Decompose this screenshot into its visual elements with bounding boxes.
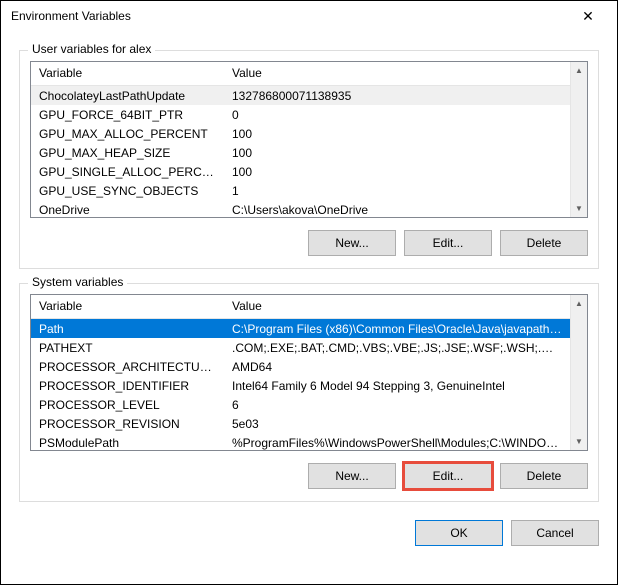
system-button-row: New... Edit... Delete bbox=[30, 463, 588, 489]
cell-variable: OneDrive bbox=[31, 202, 224, 218]
user-scrollbar[interactable]: ▲ ▼ bbox=[570, 62, 587, 217]
header-variable[interactable]: Variable bbox=[31, 295, 224, 318]
table-row[interactable]: PROCESSOR_ARCHITECTUREAMD64 bbox=[31, 357, 570, 376]
table-row[interactable]: GPU_SINGLE_ALLOC_PERCE...100 bbox=[31, 162, 570, 181]
table-row[interactable]: ChocolateyLastPathUpdate1327868000711389… bbox=[31, 86, 570, 105]
user-list-headers: Variable Value bbox=[31, 62, 570, 86]
system-delete-button[interactable]: Delete bbox=[500, 463, 588, 489]
cell-variable: GPU_USE_SYNC_OBJECTS bbox=[31, 183, 224, 199]
scroll-up-icon[interactable]: ▲ bbox=[571, 62, 587, 79]
cell-value: 100 bbox=[224, 126, 570, 142]
content-area: User variables for alex Variable Value C… bbox=[1, 31, 617, 561]
cell-value: 5e03 bbox=[224, 416, 570, 432]
table-row[interactable]: PATHEXT.COM;.EXE;.BAT;.CMD;.VBS;.VBE;.JS… bbox=[31, 338, 570, 357]
user-variables-list[interactable]: Variable Value ChocolateyLastPathUpdate1… bbox=[30, 61, 588, 218]
cell-value: 1 bbox=[224, 183, 570, 199]
table-row[interactable]: PROCESSOR_LEVEL6 bbox=[31, 395, 570, 414]
cell-value: C:\Users\akova\OneDrive bbox=[224, 202, 570, 218]
ok-button[interactable]: OK bbox=[415, 520, 503, 546]
cell-variable: GPU_SINGLE_ALLOC_PERCE... bbox=[31, 164, 224, 180]
titlebar: Environment Variables ✕ bbox=[1, 1, 617, 31]
cell-variable: PROCESSOR_ARCHITECTURE bbox=[31, 359, 224, 375]
close-icon: ✕ bbox=[582, 8, 594, 25]
header-value[interactable]: Value bbox=[224, 62, 570, 85]
user-variables-legend: User variables for alex bbox=[28, 42, 155, 56]
cell-variable: GPU_MAX_HEAP_SIZE bbox=[31, 145, 224, 161]
window-title: Environment Variables bbox=[11, 9, 565, 23]
cell-variable: PROCESSOR_LEVEL bbox=[31, 397, 224, 413]
env-vars-dialog: Environment Variables ✕ User variables f… bbox=[0, 0, 618, 585]
table-row[interactable]: GPU_MAX_HEAP_SIZE100 bbox=[31, 143, 570, 162]
table-row[interactable]: PSModulePath%ProgramFiles%\WindowsPowerS… bbox=[31, 433, 570, 450]
cancel-button[interactable]: Cancel bbox=[511, 520, 599, 546]
user-delete-button[interactable]: Delete bbox=[500, 230, 588, 256]
cell-value: 132786800071138935 bbox=[224, 88, 570, 104]
table-row[interactable]: PROCESSOR_IDENTIFIERIntel64 Family 6 Mod… bbox=[31, 376, 570, 395]
cell-variable: GPU_FORCE_64BIT_PTR bbox=[31, 107, 224, 123]
table-row[interactable]: GPU_FORCE_64BIT_PTR0 bbox=[31, 105, 570, 124]
cell-value: Intel64 Family 6 Model 94 Stepping 3, Ge… bbox=[224, 378, 570, 394]
system-variables-list[interactable]: Variable Value PathC:\Program Files (x86… bbox=[30, 294, 588, 451]
cell-variable: ChocolateyLastPathUpdate bbox=[31, 88, 224, 104]
table-row[interactable]: OneDriveC:\Users\akova\OneDrive bbox=[31, 200, 570, 217]
cell-variable: PATHEXT bbox=[31, 340, 224, 356]
cell-value: 100 bbox=[224, 145, 570, 161]
cell-value: %ProgramFiles%\WindowsPowerShell\Modules… bbox=[224, 435, 570, 451]
cell-variable: PSModulePath bbox=[31, 435, 224, 451]
user-new-button[interactable]: New... bbox=[308, 230, 396, 256]
user-variables-group: User variables for alex Variable Value C… bbox=[19, 50, 599, 269]
cell-value: C:\Program Files (x86)\Common Files\Orac… bbox=[224, 321, 570, 337]
user-button-row: New... Edit... Delete bbox=[30, 230, 588, 256]
dialog-button-row: OK Cancel bbox=[19, 520, 599, 546]
table-row[interactable]: GPU_USE_SYNC_OBJECTS1 bbox=[31, 181, 570, 200]
user-edit-button[interactable]: Edit... bbox=[404, 230, 492, 256]
system-variables-legend: System variables bbox=[28, 275, 127, 289]
system-variables-group: System variables Variable Value PathC:\P… bbox=[19, 283, 599, 502]
cell-variable: PROCESSOR_IDENTIFIER bbox=[31, 378, 224, 394]
cell-value: 0 bbox=[224, 107, 570, 123]
header-value[interactable]: Value bbox=[224, 295, 570, 318]
table-row[interactable]: GPU_MAX_ALLOC_PERCENT100 bbox=[31, 124, 570, 143]
cell-variable: Path bbox=[31, 321, 224, 337]
cell-value: .COM;.EXE;.BAT;.CMD;.VBS;.VBE;.JS;.JSE;.… bbox=[224, 340, 570, 356]
scroll-up-icon[interactable]: ▲ bbox=[571, 295, 587, 312]
table-row[interactable]: PathC:\Program Files (x86)\Common Files\… bbox=[31, 319, 570, 338]
scroll-track[interactable] bbox=[571, 79, 587, 200]
cell-variable: GPU_MAX_ALLOC_PERCENT bbox=[31, 126, 224, 142]
scroll-down-icon[interactable]: ▼ bbox=[571, 200, 587, 217]
system-new-button[interactable]: New... bbox=[308, 463, 396, 489]
scroll-track[interactable] bbox=[571, 312, 587, 433]
system-scrollbar[interactable]: ▲ ▼ bbox=[570, 295, 587, 450]
cell-value: 100 bbox=[224, 164, 570, 180]
header-variable[interactable]: Variable bbox=[31, 62, 224, 85]
cell-value: 6 bbox=[224, 397, 570, 413]
system-list-headers: Variable Value bbox=[31, 295, 570, 319]
cell-variable: PROCESSOR_REVISION bbox=[31, 416, 224, 432]
system-edit-button[interactable]: Edit... bbox=[404, 463, 492, 489]
close-button[interactable]: ✕ bbox=[565, 1, 611, 31]
scroll-down-icon[interactable]: ▼ bbox=[571, 433, 587, 450]
table-row[interactable]: PROCESSOR_REVISION5e03 bbox=[31, 414, 570, 433]
cell-value: AMD64 bbox=[224, 359, 570, 375]
